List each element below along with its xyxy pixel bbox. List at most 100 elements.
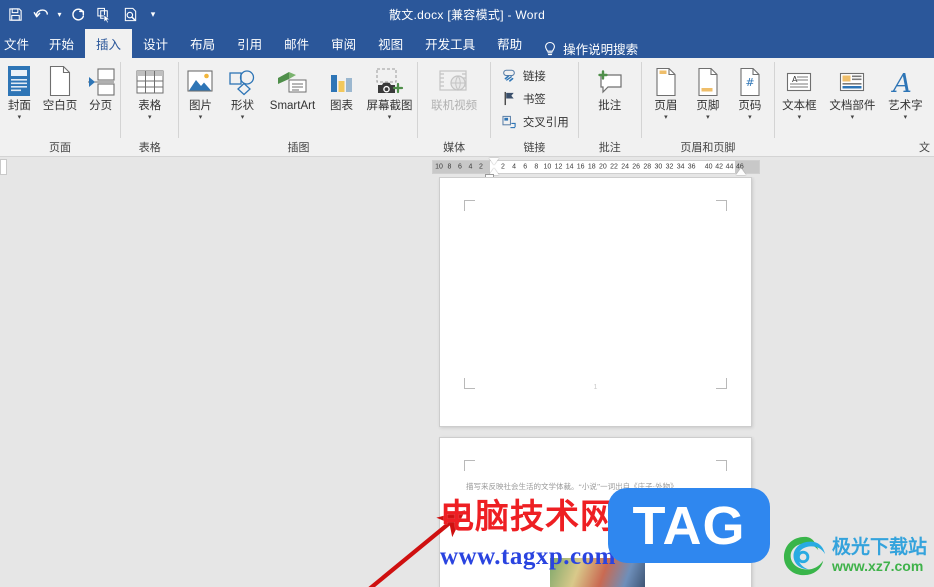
ruler-tick-right-6: 6	[523, 163, 528, 171]
customize-qat-chevron-down-icon[interactable]: ▾	[143, 3, 163, 27]
tab-6[interactable]: 邮件	[273, 29, 320, 58]
chevron-down-icon[interactable]: ▾	[199, 114, 203, 122]
first-line-indent-marker[interactable]	[489, 158, 499, 165]
chart-icon	[327, 63, 355, 97]
tell-me-box[interactable]: 操作说明搜索	[543, 39, 638, 58]
ribbon-group-label-table: 表格	[138, 142, 161, 154]
cross-reference-icon	[501, 113, 518, 130]
screenshot-icon	[373, 63, 405, 97]
ribbon-group-pages: 封面 ▾ 空白页 分页 页面	[0, 58, 120, 157]
save-icon[interactable]	[2, 3, 28, 27]
print-preview-icon[interactable]	[117, 3, 143, 27]
shapes-label: 形状	[230, 100, 254, 112]
wordart-label: 艺术字	[888, 100, 923, 112]
page-break-button[interactable]: 分页	[81, 61, 120, 113]
table-label: 表格	[138, 100, 162, 112]
ribbon-group-links: 链接 书签 交叉引用 链接	[491, 58, 578, 157]
chevron-down-icon[interactable]: ▾	[904, 114, 908, 122]
ruler-area: 10 8 6 4 2 2 4 6 8 10 12 14 16 18 20 22 24 26 28 30 32 34 36 40…	[0, 157, 934, 178]
ruler-tick-right-22: 22	[610, 163, 618, 171]
ruler-tick-left-8: 8	[447, 163, 452, 171]
link-label: 链接	[522, 70, 546, 83]
cross-reference-button[interactable]: 交叉引用	[497, 111, 573, 132]
smartart-icon	[276, 63, 308, 97]
blank-page-button[interactable]: 空白页	[39, 61, 82, 113]
picture-label: 图片	[188, 100, 212, 112]
link-button[interactable]: 链接	[497, 65, 573, 86]
chevron-down-icon[interactable]: ▾	[798, 114, 802, 122]
header-icon	[654, 63, 678, 97]
tab-7[interactable]: 审阅	[320, 29, 367, 58]
chevron-down-icon[interactable]: ▾	[706, 114, 710, 122]
ruler-tick-right-8: 8	[534, 163, 539, 171]
redo-icon[interactable]	[65, 3, 91, 27]
horizontal-ruler[interactable]: 10 8 6 4 2 2 4 6 8 10 12 14 16 18 20 22 24 26 28 30 32 34 36 40…	[432, 160, 760, 174]
tab-2[interactable]: 插入	[85, 29, 133, 58]
ruler-left-stub	[0, 159, 7, 175]
ribbon-group-comments: 批注 批注	[579, 58, 640, 157]
text-box-button[interactable]: A 文本框 ▾	[775, 61, 823, 122]
smartart-button[interactable]: SmartArt	[263, 61, 321, 113]
cross-reference-label: 交叉引用	[522, 116, 569, 129]
tab-8[interactable]: 视图	[367, 29, 414, 58]
quick-parts-label: 文档部件	[829, 100, 876, 112]
shapes-icon	[227, 63, 257, 97]
tab-10[interactable]: 帮助	[486, 29, 533, 58]
tab-1[interactable]: 开始	[38, 29, 85, 58]
margin-mark	[716, 200, 727, 211]
ribbon-group-label-text: 文	[918, 142, 930, 154]
quick-parts-icon	[838, 63, 866, 97]
ribbon-tab-bar: 文件 开始 插入 设计 布局 引用 邮件 审阅 视图 开发工具 帮助 操作说明搜索	[0, 29, 934, 58]
footer-label: 页脚	[696, 100, 720, 112]
tab-4[interactable]: 布局	[179, 29, 226, 58]
chevron-down-icon[interactable]: ▾	[241, 114, 245, 122]
page-number-label: 页码	[738, 100, 762, 112]
document-page-1[interactable]: 1	[439, 177, 752, 427]
chevron-down-icon[interactable]: ▾	[18, 114, 22, 122]
undo-dropdown-icon[interactable]: ▾	[54, 3, 65, 27]
shapes-button[interactable]: 形状 ▾	[221, 61, 263, 122]
inline-photo[interactable]	[550, 558, 645, 587]
picture-button[interactable]: 图片 ▾	[179, 61, 221, 122]
ruler-tick-left-2: 2	[479, 163, 483, 171]
right-indent-marker[interactable]	[736, 168, 746, 175]
chevron-down-icon[interactable]: ▾	[851, 114, 855, 122]
ruler-tick-right-16: 16	[576, 163, 585, 171]
screenshot-label: 屏幕截图	[366, 100, 413, 112]
bookmark-button[interactable]: 书签	[497, 88, 573, 109]
page-number-button[interactable]: # 页码 ▾	[729, 61, 771, 122]
document-page-2[interactable]: 描写来反映社会生活的文学体裁。“小说”一词出自《庄子·外物》	[439, 437, 752, 587]
document-body-text[interactable]: 描写来反映社会生活的文学体裁。“小说”一词出自《庄子·外物》	[466, 480, 725, 493]
document-canvas[interactable]: 1 描写来反映社会生活的文学体裁。“小说”一词出自《庄子·外物》	[0, 177, 934, 587]
chart-label: 图表	[329, 100, 353, 112]
online-video-button[interactable]: 联机视频	[424, 61, 484, 113]
tab-9[interactable]: 开发工具	[414, 29, 486, 58]
chevron-down-icon[interactable]: ▾	[148, 114, 152, 122]
ruler-tick-right-44: 44	[725, 163, 734, 171]
footer-button[interactable]: 页脚 ▾	[687, 61, 729, 122]
tab-0[interactable]: 文件	[0, 29, 38, 58]
table-icon	[135, 63, 165, 97]
quick-parts-button[interactable]: 文档部件 ▾	[823, 61, 881, 122]
copy-pointer-icon[interactable]	[91, 3, 117, 27]
table-button[interactable]: 表格 ▾	[127, 61, 173, 122]
lightbulb-icon	[545, 41, 556, 55]
ribbon-group-label-comments: 批注	[598, 142, 621, 154]
chevron-down-icon[interactable]: ▾	[664, 114, 668, 122]
chevron-down-icon[interactable]: ▾	[748, 114, 752, 122]
screenshot-button[interactable]: 屏幕截图 ▾	[361, 61, 417, 122]
undo-icon[interactable]	[28, 3, 54, 27]
ribbon-group-text: A 文本框 ▾ 文档部件 ▾ A 艺术字 ▾ 文	[775, 58, 934, 157]
ribbon-group-label-media: 媒体	[443, 142, 466, 154]
tab-3[interactable]: 设计	[132, 29, 179, 58]
chart-button[interactable]: 图表	[321, 61, 361, 113]
ruler-tick-right-34: 34	[676, 163, 685, 171]
tab-5[interactable]: 引用	[226, 29, 273, 58]
cover-page-button[interactable]: 封面 ▾	[0, 61, 39, 122]
new-comment-button[interactable]: 批注	[588, 61, 632, 113]
header-button[interactable]: 页眉 ▾	[645, 61, 687, 122]
chevron-down-icon[interactable]: ▾	[388, 114, 392, 122]
wordart-button[interactable]: A 艺术字 ▾	[881, 61, 929, 122]
ruler-tick-right-4: 4	[512, 163, 517, 171]
page-break-icon	[86, 63, 116, 97]
